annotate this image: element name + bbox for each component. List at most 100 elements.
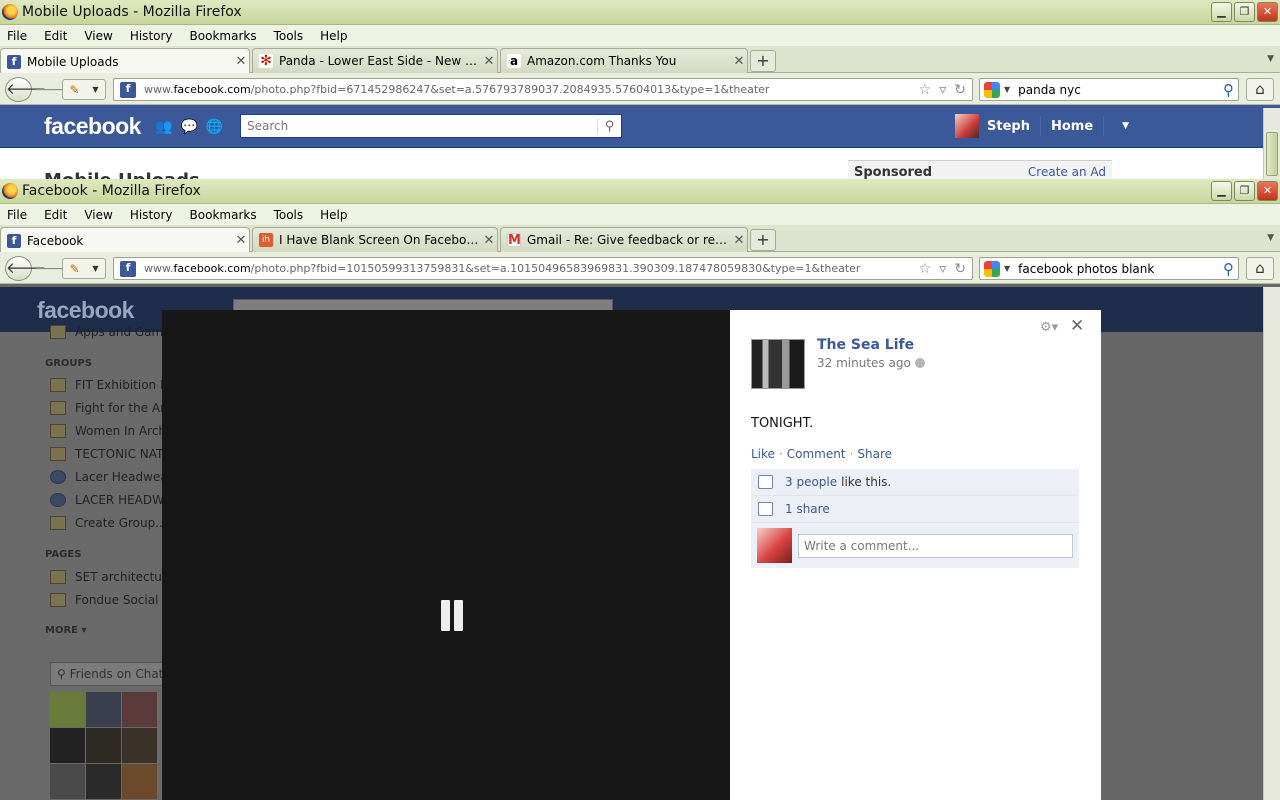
search-input[interactable]: facebook photos blank bbox=[1018, 262, 1223, 276]
menu-history[interactable]: History bbox=[129, 29, 174, 43]
menu-view[interactable]: View bbox=[83, 29, 113, 43]
new-tab-button[interactable]: + bbox=[750, 50, 776, 72]
search-input[interactable]: panda nyc bbox=[1018, 83, 1223, 97]
comment-input[interactable]: Write a comment... bbox=[798, 533, 1073, 558]
menu-tools[interactable]: Tools bbox=[273, 29, 305, 43]
minimize-button[interactable]: ▁ bbox=[1211, 181, 1232, 201]
menu-help[interactable]: Help bbox=[319, 29, 348, 43]
tab-mobile-uploads[interactable]: f Mobile Uploads ✕ bbox=[0, 48, 250, 74]
create-ad-link[interactable]: Create an Ad bbox=[1028, 165, 1106, 179]
user-name-link[interactable]: Steph bbox=[987, 119, 1030, 134]
google-icon[interactable] bbox=[984, 260, 1000, 277]
sidebar-item-group: TECTONIC NAT bbox=[50, 447, 163, 461]
close-window-button[interactable]: ✕ bbox=[1257, 181, 1278, 201]
search-icon[interactable]: ⚲ bbox=[597, 118, 621, 134]
search-bar[interactable]: ▼ facebook photos blank ⚲ bbox=[979, 257, 1239, 280]
facebook-logo[interactable]: facebook bbox=[44, 113, 141, 140]
tab-list-dropdown-icon[interactable]: ▼ bbox=[1267, 233, 1274, 243]
search-icon[interactable]: ⚲ bbox=[1223, 260, 1238, 278]
close-tab-icon[interactable]: ✕ bbox=[233, 233, 249, 248]
history-dropdown-icon[interactable]: ▿ bbox=[939, 261, 946, 277]
close-tab-icon[interactable]: ✕ bbox=[481, 54, 497, 69]
facebook-search-input[interactable]: Search ⚲ bbox=[240, 114, 622, 138]
close-icon[interactable]: ✕ bbox=[1070, 316, 1084, 336]
tab-panda[interactable]: ✻ Panda - Lower East Side - New York, NY… bbox=[252, 48, 498, 73]
menu-file[interactable]: File bbox=[6, 208, 28, 222]
tab-facebook[interactable]: f Facebook ✕ bbox=[0, 227, 250, 253]
url-bar[interactable]: f www.facebook.com/photo.php?fbid=101505… bbox=[113, 257, 973, 280]
page-avatar[interactable] bbox=[751, 339, 805, 389]
account-dropdown-icon[interactable]: ▼ bbox=[1122, 121, 1129, 131]
restore-button[interactable]: ❐ bbox=[1234, 181, 1255, 201]
scrollbar-thumb[interactable] bbox=[1266, 132, 1278, 176]
tab-strip: f Mobile Uploads ✕ ✻ Panda - Lower East … bbox=[0, 46, 1280, 74]
friend-thumbnail bbox=[122, 728, 157, 763]
history-dropdown-icon[interactable]: ▿ bbox=[939, 82, 946, 98]
tab-amazon[interactable]: a Amazon.com Thanks You ✕ bbox=[500, 48, 748, 73]
restore-button[interactable]: ❐ bbox=[1234, 2, 1255, 22]
url-bar[interactable]: f www.facebook.com/photo.php?fbid=671452… bbox=[113, 78, 973, 101]
share-link[interactable]: Share bbox=[857, 447, 892, 461]
menu-view[interactable]: View bbox=[83, 208, 113, 222]
reload-icon[interactable]: ↻ bbox=[954, 82, 966, 98]
close-tab-icon[interactable]: ✕ bbox=[481, 233, 497, 248]
messages-icon[interactable]: 💬 bbox=[180, 119, 197, 135]
photo-viewer[interactable] bbox=[162, 310, 730, 800]
menu-edit[interactable]: Edit bbox=[43, 208, 68, 222]
pencil-addon-button[interactable]: ✎ ▼ bbox=[62, 79, 106, 100]
search-bar[interactable]: ▼ panda nyc ⚲ bbox=[979, 78, 1239, 101]
reload-icon[interactable]: ↻ bbox=[954, 261, 966, 277]
menu-help[interactable]: Help bbox=[319, 208, 348, 222]
search-icon[interactable]: ⚲ bbox=[1223, 81, 1238, 99]
user-avatar[interactable] bbox=[955, 114, 979, 138]
sidebar-item-group: Fight for the Ar bbox=[50, 401, 165, 415]
shares-link[interactable]: 1 share bbox=[785, 502, 830, 516]
menu-edit[interactable]: Edit bbox=[43, 29, 68, 43]
close-tab-icon[interactable]: ✕ bbox=[233, 54, 249, 69]
menu-bookmarks[interactable]: Bookmarks bbox=[189, 29, 258, 43]
menu-tools[interactable]: Tools bbox=[273, 208, 305, 222]
menu-history[interactable]: History bbox=[129, 208, 174, 222]
close-tab-icon[interactable]: ✕ bbox=[731, 54, 747, 69]
new-tab-button[interactable]: + bbox=[750, 229, 776, 251]
back-button[interactable]: 🡐 bbox=[5, 256, 46, 281]
gear-icon[interactable]: ⚙▾ bbox=[1040, 320, 1058, 335]
home-link[interactable]: Home bbox=[1051, 119, 1093, 134]
notifications-globe-icon[interactable]: 🌐 bbox=[206, 119, 223, 135]
sidebar-item-group: Women In Arch bbox=[50, 424, 166, 438]
menu-bookmarks[interactable]: Bookmarks bbox=[189, 208, 258, 222]
bookmark-star-icon[interactable]: ☆ bbox=[919, 261, 932, 277]
page-name-link[interactable]: The Sea Life bbox=[817, 337, 914, 353]
search-engine-dropdown-icon[interactable]: ▼ bbox=[1004, 85, 1010, 94]
vertical-scrollbar[interactable] bbox=[1263, 108, 1280, 181]
home-button[interactable]: ⌂ bbox=[1246, 78, 1274, 101]
group-icon bbox=[50, 401, 66, 415]
home-button[interactable]: ⌂ bbox=[1246, 257, 1274, 280]
pencil-addon-button[interactable]: ✎ ▼ bbox=[62, 258, 106, 279]
close-tab-icon[interactable]: ✕ bbox=[731, 233, 747, 248]
url-text[interactable]: www.facebook.com/photo.php?fbid=10150599… bbox=[144, 262, 919, 275]
bookmark-star-icon[interactable]: ☆ bbox=[919, 82, 932, 98]
search-engine-dropdown-icon[interactable]: ▼ bbox=[1004, 264, 1010, 273]
friend-requests-icon[interactable]: 👥 bbox=[155, 119, 172, 135]
tab-list-dropdown-icon[interactable]: ▼ bbox=[1267, 54, 1274, 64]
url-text[interactable]: www.facebook.com/photo.php?fbid=67145298… bbox=[144, 83, 919, 96]
menu-file[interactable]: File bbox=[6, 29, 28, 43]
tab-strip: f Facebook ✕ ih I Have Blank Screen On F… bbox=[0, 225, 1280, 253]
back-button[interactable]: 🡐 bbox=[5, 77, 46, 102]
likes-link[interactable]: 3 people bbox=[785, 475, 837, 489]
window-title: Mobile Uploads - Mozilla Firefox bbox=[22, 4, 242, 20]
post-timestamp[interactable]: 32 minutes ago bbox=[817, 356, 925, 370]
pause-icon[interactable] bbox=[441, 600, 463, 631]
vertical-scrollbar[interactable] bbox=[1263, 287, 1280, 800]
close-window-button[interactable]: ✕ bbox=[1257, 2, 1278, 22]
tab-blank-screen[interactable]: ih I Have Blank Screen On Facebook | Fac… bbox=[252, 227, 498, 252]
google-icon[interactable] bbox=[984, 81, 1000, 98]
tab-gmail[interactable]: M Gmail - Re: Give feedback or report th… bbox=[500, 227, 748, 252]
comment-link[interactable]: Comment bbox=[787, 447, 846, 461]
like-link[interactable]: Like bbox=[751, 447, 775, 461]
group-icon bbox=[50, 447, 66, 461]
window-title: Facebook - Mozilla Firefox bbox=[22, 183, 201, 199]
sidebar-item-group: FIT Exhibition D bbox=[50, 378, 169, 392]
minimize-button[interactable]: ▁ bbox=[1211, 2, 1232, 22]
